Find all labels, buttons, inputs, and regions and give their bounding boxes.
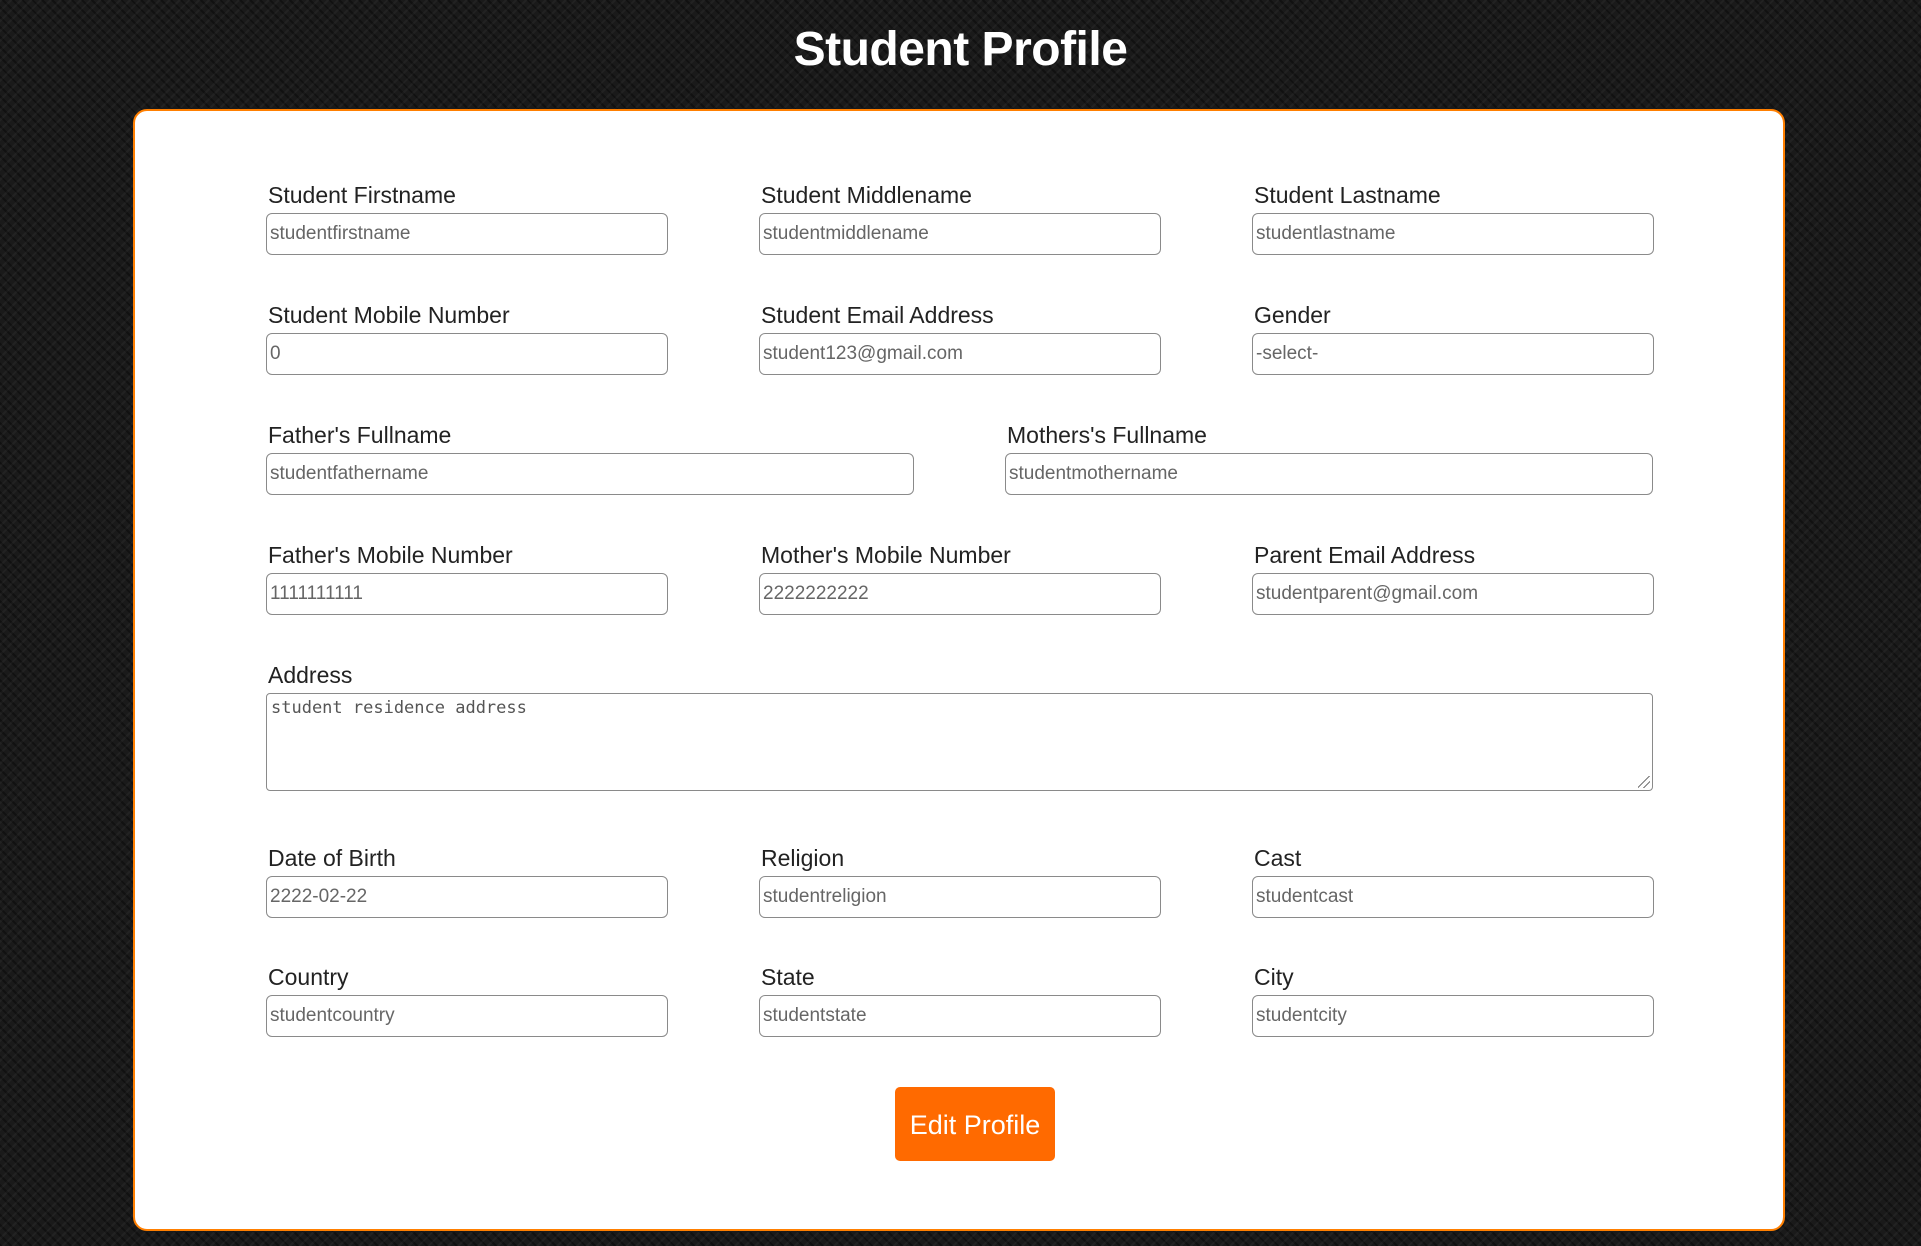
student-email-label: Student Email Address (761, 302, 994, 328)
page-title: Student Profile (793, 23, 1128, 76)
mother-mobile-label: Mother's Mobile Number (761, 542, 1011, 568)
student-mobile-field: Student Mobile Number 0 (266, 301, 668, 375)
resize-handle-icon[interactable] (1638, 776, 1650, 788)
address-textarea[interactable]: student residence address (266, 693, 1653, 791)
cast-label: Cast (1254, 845, 1302, 871)
student-lastname-field: Student Lastname studentlastname (1252, 181, 1654, 255)
mother-mobile-input[interactable]: 2222222222 (759, 573, 1161, 615)
address-label: Address (268, 662, 353, 688)
dob-input[interactable]: 2222-02-22 (266, 876, 668, 918)
mother-fullname-label: Mothers's Fullname (1007, 422, 1207, 448)
city-field: City studentcity (1252, 963, 1654, 1037)
address-field: Address student residence address (266, 661, 1653, 791)
student-mobile-label: Student Mobile Number (268, 302, 510, 328)
gender-label: Gender (1254, 302, 1331, 328)
student-middlename-input[interactable]: studentmiddlename (759, 213, 1161, 255)
city-input[interactable]: studentcity (1252, 995, 1654, 1037)
father-mobile-input[interactable]: 1111111111 (266, 573, 668, 615)
city-label: City (1254, 964, 1294, 990)
country-label: Country (268, 964, 349, 990)
gender-field: Gender -select- (1252, 301, 1654, 375)
profile-form-card: Student Firstname studentfirstname Stude… (133, 109, 1785, 1231)
father-fullname-input[interactable]: studentfathername (266, 453, 914, 495)
edit-profile-button[interactable]: Edit Profile (895, 1087, 1055, 1161)
father-mobile-label: Father's Mobile Number (268, 542, 513, 568)
parent-email-field: Parent Email Address studentparent@gmail… (1252, 541, 1654, 615)
gender-select[interactable]: -select- (1252, 333, 1654, 375)
state-label: State (761, 964, 815, 990)
student-lastname-input[interactable]: studentlastname (1252, 213, 1654, 255)
religion-label: Religion (761, 845, 845, 871)
religion-field: Religion studentreligion (759, 844, 1161, 918)
dob-label: Date of Birth (268, 845, 396, 871)
student-mobile-input[interactable]: 0 (266, 333, 668, 375)
father-fullname-field: Father's Fullname studentfathername (266, 421, 914, 495)
student-firstname-input[interactable]: studentfirstname (266, 213, 668, 255)
religion-input[interactable]: studentreligion (759, 876, 1161, 918)
country-input[interactable]: studentcountry (266, 995, 668, 1037)
father-mobile-field: Father's Mobile Number 1111111111 (266, 541, 668, 615)
student-email-field: Student Email Address student123@gmail.c… (759, 301, 1161, 375)
state-input[interactable]: studentstate (759, 995, 1161, 1037)
student-email-input[interactable]: student123@gmail.com (759, 333, 1161, 375)
student-middlename-label: Student Middlename (761, 182, 972, 208)
student-lastname-label: Student Lastname (1254, 182, 1441, 208)
parent-email-label: Parent Email Address (1254, 542, 1476, 568)
address-text: student residence address (271, 698, 527, 718)
student-middlename-field: Student Middlename studentmiddlename (759, 181, 1161, 255)
mother-mobile-field: Mother's Mobile Number 2222222222 (759, 541, 1161, 615)
father-fullname-label: Father's Fullname (268, 422, 452, 448)
cast-input[interactable]: studentcast (1252, 876, 1654, 918)
country-field: Country studentcountry (266, 963, 668, 1037)
student-firstname-label: Student Firstname (268, 182, 456, 208)
mother-fullname-field: Mothers's Fullname studentmothername (1005, 421, 1653, 495)
cast-field: Cast studentcast (1252, 844, 1654, 918)
dob-field: Date of Birth 2222-02-22 (266, 844, 668, 918)
mother-fullname-input[interactable]: studentmothername (1005, 453, 1653, 495)
state-field: State studentstate (759, 963, 1161, 1037)
parent-email-input[interactable]: studentparent@gmail.com (1252, 573, 1654, 615)
student-firstname-field: Student Firstname studentfirstname (266, 181, 668, 255)
